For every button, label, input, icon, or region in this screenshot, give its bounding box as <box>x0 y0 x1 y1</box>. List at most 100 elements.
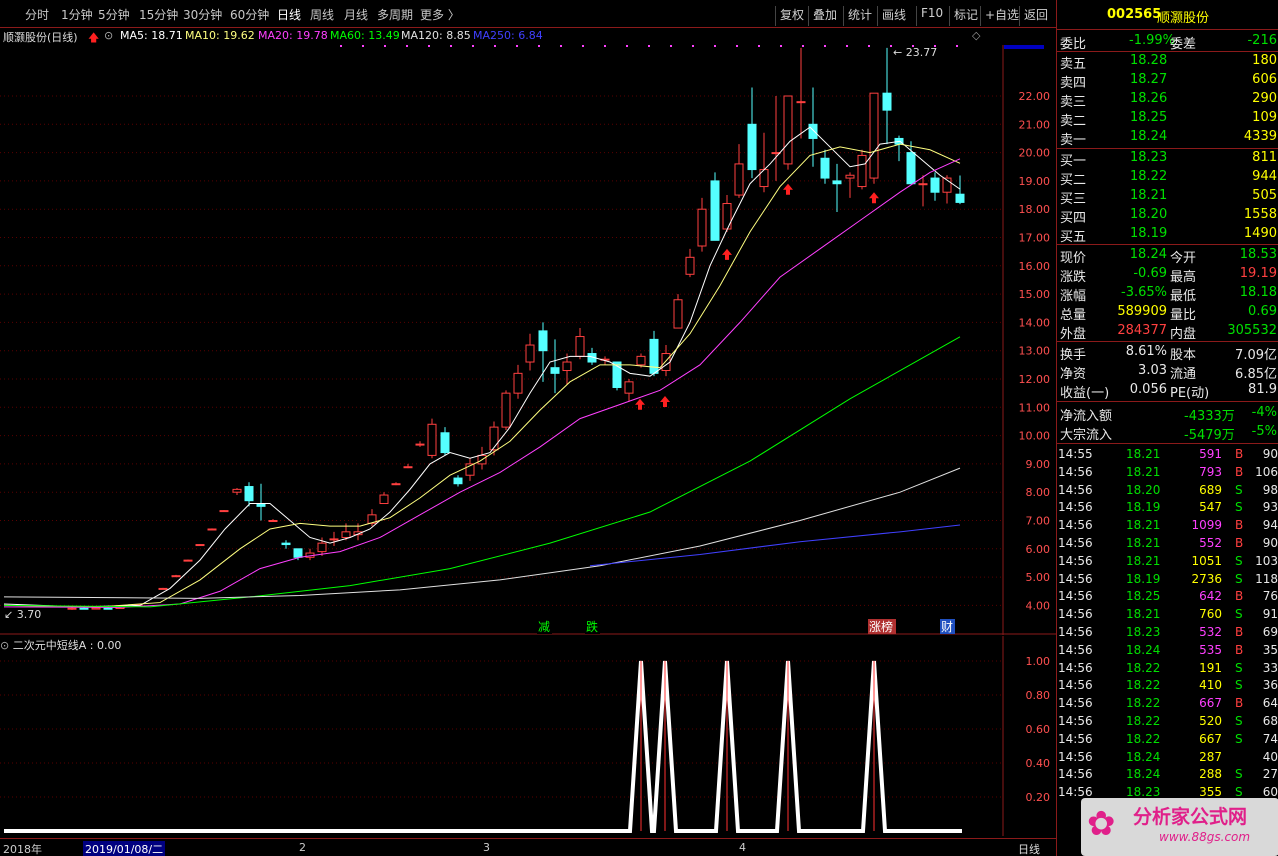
candle-body <box>955 193 965 203</box>
price-tick: 8.00 <box>1026 486 1051 499</box>
ask-price: 18.24 <box>1130 129 1168 144</box>
candle-body <box>171 575 181 578</box>
date-axis: 2018年 2019/01/08/二 2 3 4 日线 <box>0 838 1056 856</box>
toolbar-separator <box>843 6 844 26</box>
period-tab[interactable]: 5分钟 <box>98 6 130 23</box>
toolbar-separator <box>1019 6 1020 26</box>
toolbar-separator <box>775 6 776 26</box>
tool-button[interactable]: F10 <box>921 6 943 20</box>
period-tab[interactable]: 周线 <box>310 6 334 23</box>
candle-body <box>415 443 425 446</box>
weicha-label: 委差 <box>1170 37 1197 52</box>
tool-button[interactable]: 标记 <box>954 6 978 23</box>
ma-label: MA20: 19.78 <box>258 29 328 42</box>
tick-row: 14:55 18.21 591 B 90 <box>1057 446 1278 464</box>
flow-pct: -4% <box>1251 405 1277 420</box>
marker-dot <box>406 45 408 47</box>
price-tick: 17.00 <box>1019 232 1051 245</box>
top-price: 23.66 <box>1007 45 1039 48</box>
event-mark[interactable]: 减 <box>538 620 550 634</box>
tick-count: 64 <box>1262 696 1278 711</box>
weicha-value: -216 <box>1247 33 1277 48</box>
period-tab[interactable]: 15分钟 <box>139 6 178 23</box>
event-mark[interactable]: 跌 <box>586 619 598 634</box>
tick-count: 35 <box>1262 642 1278 657</box>
toolbar-separator <box>980 6 981 26</box>
circle-menu-icon[interactable]: ⊙ <box>104 29 113 42</box>
toolbar-separator <box>916 6 917 26</box>
marker-dot <box>670 45 672 47</box>
period-tab[interactable]: 30分钟 <box>183 6 222 23</box>
tool-button[interactable]: 复权 <box>780 6 804 23</box>
candle-body <box>103 607 113 610</box>
period-tab[interactable]: 多周期 <box>377 6 413 23</box>
ask-row: 卖四 18.27 606 <box>1057 71 1278 91</box>
price-tick: 15.00 <box>1019 288 1051 301</box>
tool-button[interactable]: 统计 <box>848 6 872 23</box>
tick-row: 14:56 18.20 689 S 98 <box>1057 482 1278 500</box>
tick-row: 14:56 18.22 410 S 36 <box>1057 677 1278 695</box>
tick-price: 18.24 <box>1126 749 1161 764</box>
period-tab[interactable]: 月线 <box>344 6 368 23</box>
tick-price: 18.21 <box>1126 536 1161 550</box>
tick-price: 18.23 <box>1126 625 1161 639</box>
bid-price: 18.22 <box>1130 169 1168 184</box>
tick-time: 14:56 <box>1058 749 1093 764</box>
stat-value: 18.24 <box>1129 247 1167 262</box>
candle-body <box>379 494 389 505</box>
tick-time: 14:56 <box>1058 607 1093 622</box>
date-year: 2018年 <box>3 843 42 856</box>
stat-label: 内盘 <box>1170 327 1197 342</box>
indicator-chart[interactable]: 1.00 0.80 0.60 0.40 0.20 <box>0 636 1056 836</box>
tool-button[interactable]: 返回 <box>1024 6 1048 23</box>
period-tab[interactable]: 更多 〉 <box>420 6 460 23</box>
price-tick: 18.00 <box>1019 203 1051 216</box>
indicator-tick: 1.00 <box>1026 655 1051 668</box>
ask-price: 18.28 <box>1130 53 1168 68</box>
event-mark[interactable]: 财 <box>941 620 953 634</box>
tick-direction: S <box>1235 714 1243 728</box>
period-tab[interactable]: 1分钟 <box>61 6 93 23</box>
bid-row: 买一 18.23 811 <box>1057 149 1278 169</box>
candle-body <box>513 372 523 394</box>
period-tab[interactable]: 日线 <box>277 6 301 23</box>
stat-row: 涨跌 -0.69 最高 19.19 <box>1057 265 1278 285</box>
tick-count: 68 <box>1262 714 1278 728</box>
ask-volume: 4339 <box>1243 129 1277 144</box>
candle-body <box>158 587 168 590</box>
event-mark[interactable]: 涨榜 <box>869 619 893 634</box>
high-marker: ← 23.77 <box>893 46 937 59</box>
marker-dot <box>956 45 958 47</box>
marker-dot <box>780 45 782 47</box>
tick-volume: 642 <box>1199 589 1222 604</box>
watermark-url: www.88gs.com <box>1159 830 1251 844</box>
tick-price: 18.24 <box>1126 642 1161 657</box>
tool-button[interactable]: +自选 <box>985 6 1019 23</box>
candle-body <box>91 607 101 610</box>
tick-direction: S <box>1235 678 1243 693</box>
candle-body <box>67 607 77 610</box>
tick-count: 74 <box>1262 731 1278 746</box>
flow-label: 大宗流入 <box>1060 428 1113 443</box>
ask-volume: 109 <box>1252 110 1277 125</box>
diamond-icon[interactable]: ◇ <box>972 29 980 42</box>
tick-volume: 793 <box>1199 464 1222 479</box>
period-tab[interactable]: 分时 <box>25 6 49 23</box>
flow-row: 大宗流入 -5479万 -5% <box>1057 423 1278 443</box>
period-mode-button[interactable]: 日线 <box>1018 841 1040 856</box>
tool-button[interactable]: 画线 <box>882 6 906 23</box>
candle-body <box>281 542 291 546</box>
marker-dot <box>758 45 760 47</box>
tick-volume: 667 <box>1199 696 1222 711</box>
tick-row: 14:56 18.21 1099 B 94 <box>1057 517 1278 535</box>
bid-price: 18.20 <box>1130 207 1168 222</box>
kline-chart[interactable]: 22.00 21.00 20.00 19.00 18.00 17.00 16.00 15.00… <box>0 45 1056 635</box>
tick-count: 33 <box>1262 660 1278 675</box>
ask-price: 18.26 <box>1130 91 1168 106</box>
buy-arrow-icon <box>783 183 793 195</box>
period-tab[interactable]: 60分钟 <box>230 6 269 23</box>
low-marker: ↙ 3.70 <box>4 608 41 621</box>
watermark-title: 分析家公式网 <box>1133 806 1248 828</box>
ask-label: 卖三 <box>1060 95 1087 110</box>
tool-button[interactable]: 叠加 <box>813 6 837 23</box>
